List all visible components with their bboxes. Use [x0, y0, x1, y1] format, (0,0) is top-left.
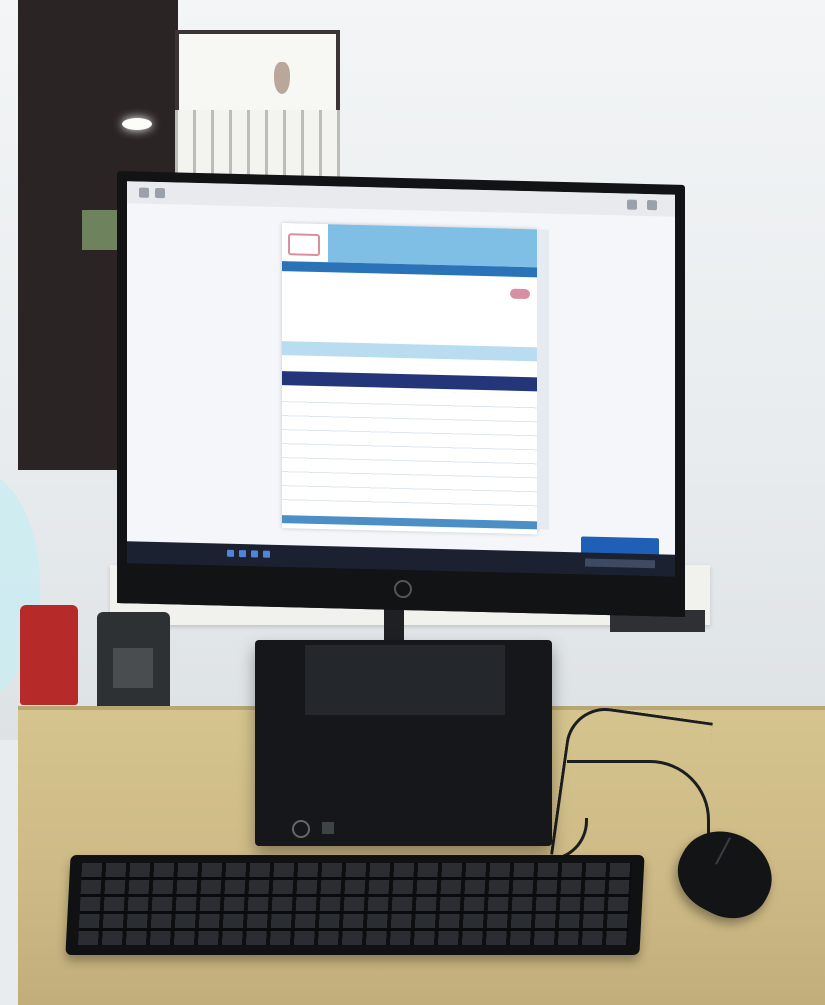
taskbar-app-icon	[263, 550, 270, 558]
start-icon	[227, 549, 234, 557]
monitor-screen	[127, 181, 675, 575]
hanging-object	[274, 62, 290, 94]
computer-top-panel	[305, 645, 505, 715]
menu-icon	[627, 199, 637, 210]
page-footer	[282, 515, 537, 530]
office-desk-photo	[0, 0, 825, 1005]
monitor	[117, 171, 685, 617]
usb-port	[322, 822, 334, 834]
ceiling-light	[122, 118, 152, 130]
side-panel	[537, 229, 549, 530]
page-button	[510, 288, 530, 300]
browser-toolbar	[127, 181, 675, 217]
web-page	[282, 223, 537, 535]
taskbar-app-icon	[251, 550, 258, 558]
red-waste-bin	[20, 605, 78, 705]
forward-icon	[155, 187, 165, 199]
taskbar-clock	[585, 558, 655, 569]
taskbar-app-icon	[239, 550, 246, 558]
bin-label	[113, 648, 153, 688]
site-logo	[288, 233, 320, 257]
page-section-bar	[282, 341, 537, 362]
close-icon	[647, 200, 657, 211]
keyboard-rows	[77, 863, 633, 945]
keyboard	[65, 855, 645, 955]
page-header	[282, 223, 537, 268]
power-button-icon	[292, 820, 310, 838]
data-table	[282, 388, 537, 515]
back-icon	[139, 187, 149, 198]
brand-logo-icon	[394, 579, 412, 599]
mouse-cable	[567, 760, 710, 848]
